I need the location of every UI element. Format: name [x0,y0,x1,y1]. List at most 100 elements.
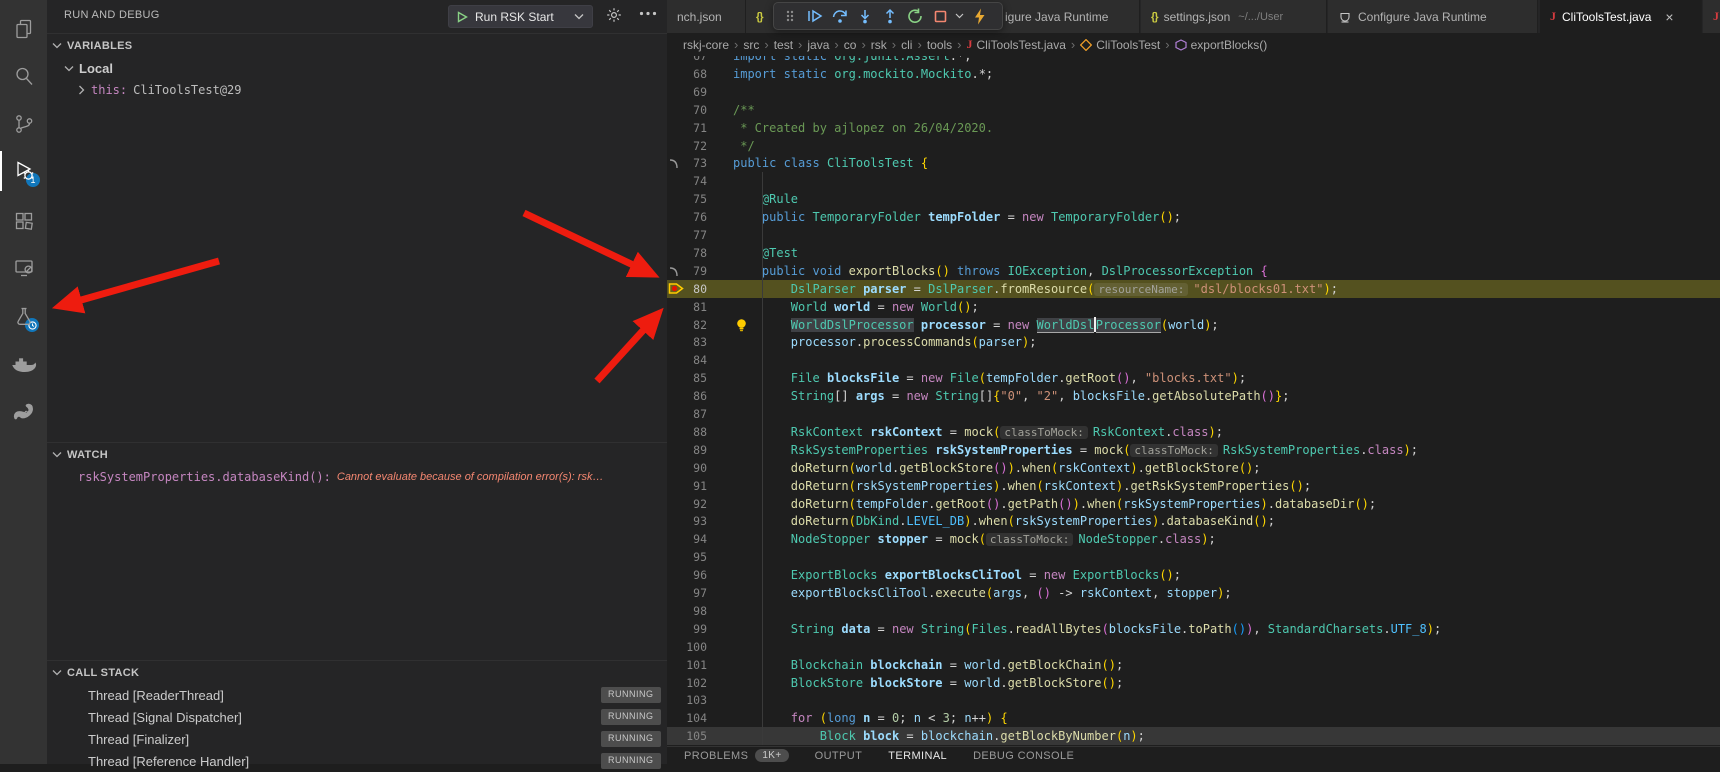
tab-settings.json[interactable]: {}settings.json~/.../User [1141,0,1327,33]
code-line-75[interactable]: 75 @Rule [667,190,1720,208]
code-line-89[interactable]: 89 RskSystemProperties rskSystemProperti… [667,441,1720,459]
code-line-92[interactable]: 92 doReturn(tempFolder.getRoot().getPath… [667,495,1720,513]
code-line-85[interactable]: 85 File blocksFile = new File(tempFolder… [667,369,1720,387]
code-line-77[interactable]: 77 [667,226,1720,244]
code-line-68[interactable]: 68import static org.mockito.Mockito.*; [667,65,1720,83]
code-line-84[interactable]: 84 [667,351,1720,369]
code-line-83[interactable]: 83 processor.processCommands(parser); [667,333,1720,351]
breadcrumb-item[interactable]: src [743,38,759,52]
variables-scope-local[interactable]: Local [47,57,667,79]
call-stack-thread-row[interactable]: Thread [Finalizer]RUNNING [47,728,667,750]
breadcrumb-item[interactable]: JCliToolsTest.java [967,37,1066,52]
call-stack-thread-row[interactable]: Thread [Signal Dispatcher]RUNNING [47,706,667,728]
code-area[interactable]: 67import static org.junit.Assert.*;68imp… [667,0,1720,746]
code-line-81[interactable]: 81 World world = new World(); [667,298,1720,316]
code-line-100[interactable]: 100 [667,638,1720,656]
code-line-82[interactable]: 82 WorldDslProcessor processor = new Wor… [667,316,1720,334]
code-line-74[interactable]: 74 [667,172,1720,190]
code-line-76[interactable]: 76 public TemporaryFolder tempFolder = n… [667,208,1720,226]
breadcrumb-item[interactable]: tools [927,38,952,52]
code-line-90[interactable]: 90 doReturn(world.getBlockStore()).when(… [667,459,1720,477]
variables-section-header[interactable]: VARIABLES [47,34,667,57]
code-line-96[interactable]: 96 ExportBlocks exportBlocksCliTool = ne… [667,566,1720,584]
breadcrumb-item[interactable]: test [774,38,793,52]
drag-handle-icon[interactable] [778,4,802,28]
code-line-88[interactable]: 88 RskContext rskContext = mock(classToM… [667,423,1720,441]
code-line-80[interactable]: 80 DslParser parser = DslParser.fromReso… [667,280,1720,298]
code-line-98[interactable]: 98 [667,602,1720,620]
gradle-icon[interactable] [0,392,47,432]
watch-expression-row[interactable]: rskSystemProperties.databaseKind(): Cann… [47,466,667,488]
stop-dropdown-icon[interactable] [953,4,966,28]
stop-icon[interactable] [928,4,952,28]
call-stack-thread-row[interactable]: Thread [ReaderThread]RUNNING [47,684,667,706]
gear-icon[interactable] [606,7,622,23]
explorer-icon[interactable] [0,9,47,49]
breadcrumb-item[interactable]: cli [901,38,912,52]
tab-label: nch.json [677,10,722,24]
remote-explorer-icon[interactable] [0,248,47,288]
step-into-icon[interactable] [853,4,877,28]
code-line-103[interactable]: 103 [667,691,1720,709]
code-line-73[interactable]: 73public class CliToolsTest { [667,154,1720,172]
code-line-93[interactable]: 93 doReturn(DbKind.LEVEL_DB).when(rskSys… [667,512,1720,530]
panel-tab-debug-console[interactable]: DEBUG CONSOLE [973,750,1074,762]
breadcrumb-item[interactable]: exportBlocks() [1175,38,1268,52]
testing-icon[interactable] [0,297,47,337]
code-line-79[interactable]: 79 public void exportBlocks() throws IOE… [667,262,1720,280]
code-line-95[interactable]: 95 [667,548,1720,566]
code-line-86[interactable]: 86 String[] args = new String[]{"0", "2"… [667,387,1720,405]
continue-icon[interactable] [803,4,827,28]
line-number: 105 [677,727,707,745]
tab-CliToolsTest.java[interactable]: JCliToolsTest.java× [1540,0,1702,33]
variable-name: this: [91,83,127,97]
problems-count-badge: 1K+ [755,749,788,762]
code-line-102[interactable]: 102 BlockStore blockStore = world.getBlo… [667,674,1720,692]
step-out-icon[interactable] [878,4,902,28]
panel-tab-terminal[interactable]: TERMINAL [888,750,947,762]
code-line-97[interactable]: 97 exportBlocksCliTool.execute(args, () … [667,584,1720,602]
hot-code-replace-icon[interactable] [967,4,991,28]
source-control-icon[interactable] [0,104,47,144]
code-line-91[interactable]: 91 doReturn(rskSystemProperties).when(rs… [667,477,1720,495]
call-stack-section-header[interactable]: CALL STACK [47,661,667,684]
tab-partial[interactable]: J [1703,0,1720,33]
line-number: 86 [677,387,707,405]
code-line-104[interactable]: 104 for (long n = 0; n < 3; n++) { [667,709,1720,727]
code-line-78[interactable]: 78 @Test [667,244,1720,262]
breadcrumb-item[interactable]: rsk [871,38,887,52]
breadcrumb-separator: › [1165,37,1169,52]
code-line-105[interactable]: 105 Block block = blockchain.getBlockByN… [667,727,1720,745]
code-line-72[interactable]: 72 */ [667,137,1720,155]
launch-config-dropdown[interactable]: Run RSK Start [448,5,593,28]
restart-icon[interactable] [903,4,927,28]
code-line-99[interactable]: 99 String data = new String(Files.readAl… [667,620,1720,638]
tab-Configure Java Runtime[interactable]: Configure Java Runtime [1328,0,1538,33]
breadcrumb-label: test [774,38,793,52]
extensions-icon[interactable] [0,201,47,241]
watch-section-header[interactable]: WATCH [47,443,667,466]
code-line-70[interactable]: 70/** [667,101,1720,119]
tab-nch.json[interactable]: nch.json [667,0,746,33]
breadcrumb-item[interactable]: java [807,38,829,52]
code-line-101[interactable]: 101 Blockchain blockchain = world.getBlo… [667,656,1720,674]
close-icon[interactable]: × [1665,9,1673,25]
code-line-87[interactable]: 87 [667,405,1720,423]
panel-tab-problems[interactable]: PROBLEMS1K+ [684,749,789,762]
call-stack-thread-row[interactable]: Thread [Reference Handler]RUNNING [47,750,667,772]
code-line-94[interactable]: 94 NodeStopper stopper = mock(classToMoc… [667,530,1720,548]
breadcrumb-item[interactable]: CliToolsTest [1080,38,1160,52]
breadcrumb-item[interactable]: rskj-core [683,38,729,52]
code-line-69[interactable]: 69 [667,83,1720,101]
panel-tab-output[interactable]: OUTPUT [815,750,863,762]
run-debug-icon[interactable] [0,151,47,191]
more-actions-icon[interactable] [639,11,657,16]
breadcrumb-item[interactable]: co [844,38,857,52]
variable-this-row[interactable]: this: CliToolsTest@29 [47,79,667,101]
line-number: 101 [677,656,707,674]
docker-icon[interactable] [0,344,47,384]
step-over-icon[interactable] [828,4,852,28]
search-icon[interactable] [0,56,47,96]
code-line-71[interactable]: 71 * Created by ajlopez on 26/04/2020. [667,119,1720,137]
line-number: 74 [677,172,707,190]
